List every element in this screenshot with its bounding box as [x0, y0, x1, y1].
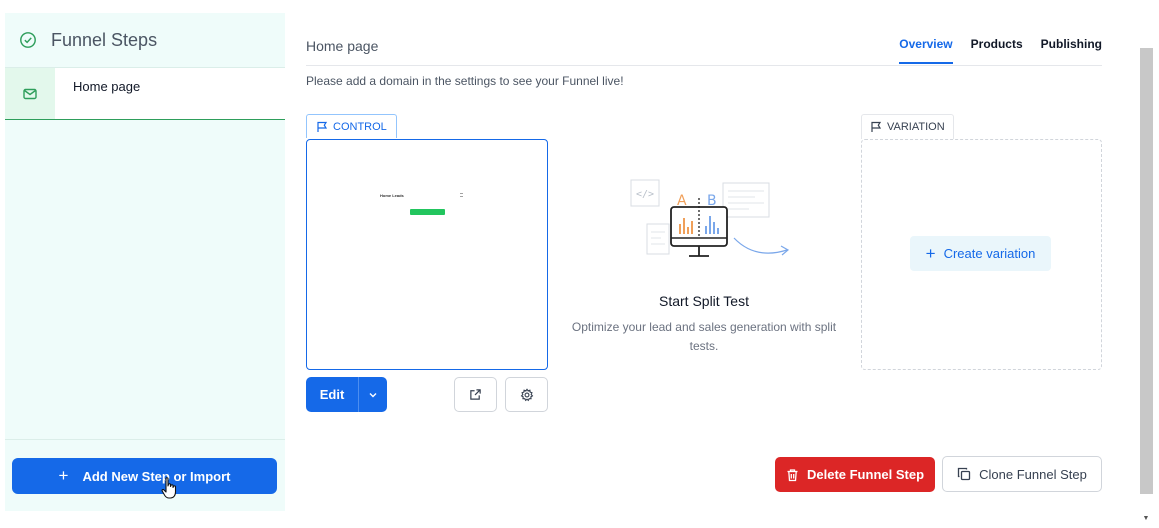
thumbnail-green-button: [410, 209, 445, 215]
tab-bar: Overview Products Publishing: [899, 37, 1102, 64]
svg-text:</>: </>: [636, 189, 654, 200]
scroll-down-arrow-icon[interactable]: ▼: [1141, 514, 1151, 524]
create-variation-label: Create variation: [943, 246, 1036, 261]
create-variation-button[interactable]: + Create variation: [910, 236, 1051, 271]
step-settings-button[interactable]: [505, 377, 548, 412]
variation-tag: VARIATION: [861, 114, 954, 139]
flag-icon: [871, 121, 882, 132]
split-test-title: Start Split Test: [658, 293, 749, 309]
control-tag: CONTROL: [306, 114, 397, 138]
chevron-down-icon: [369, 392, 377, 397]
control-tag-label: CONTROL: [333, 120, 387, 133]
hand-cursor-icon: [161, 477, 177, 499]
thumbnail-title: Home Leads: [380, 193, 404, 198]
edit-dropdown-button[interactable]: [358, 377, 387, 412]
trash-icon: [787, 468, 798, 481]
delete-funnel-step-label: Delete Funnel Step: [806, 467, 925, 482]
gear-icon: [520, 387, 533, 401]
sidebar: Funnel Steps Home page + Add New Step or…: [5, 13, 285, 511]
split-test-description: Optimize your lead and sales generation …: [571, 320, 837, 353]
scrollbar-thumb[interactable]: [1140, 48, 1153, 494]
variation-tag-label: VARIATION: [887, 121, 945, 133]
flag-icon: [317, 121, 328, 132]
tab-products[interactable]: Products: [971, 37, 1023, 64]
sidebar-footer: + Add New Step or Import: [5, 439, 285, 511]
add-new-step-label: Add New Step or Import: [82, 468, 231, 484]
check-circle-icon: [20, 32, 36, 48]
header-divider: [306, 65, 1102, 66]
split-test-illustration: </> A B: [630, 179, 790, 257]
page-heading: Home page: [306, 38, 379, 54]
sidebar-step-home-page[interactable]: Home page: [5, 68, 285, 120]
sidebar-step-label: Home page: [73, 79, 141, 94]
control-preview-card[interactable]: Home Leads ▬ ▬: [306, 139, 548, 370]
tab-publishing[interactable]: Publishing: [1041, 37, 1102, 64]
plus-icon: +: [58, 466, 69, 485]
clone-funnel-step-button[interactable]: Clone Funnel Step: [942, 456, 1102, 492]
delete-funnel-step-button[interactable]: Delete Funnel Step: [775, 457, 935, 492]
tab-overview[interactable]: Overview: [899, 37, 953, 64]
sidebar-header: Funnel Steps: [5, 13, 285, 68]
edit-button[interactable]: Edit: [306, 377, 358, 412]
edit-button-group: Edit: [306, 377, 387, 412]
copy-icon: [958, 467, 971, 481]
envelope-icon: [5, 68, 55, 119]
thumbnail-text-lines: ▬ ▬: [460, 191, 463, 198]
clone-funnel-step-label: Clone Funnel Step: [979, 466, 1087, 482]
domain-notice: Please add a domain in the settings to s…: [306, 74, 624, 88]
open-external-button[interactable]: [454, 377, 497, 412]
sidebar-title: Funnel Steps: [51, 29, 158, 50]
add-new-step-button[interactable]: + Add New Step or Import: [12, 458, 277, 494]
plus-icon: +: [925, 243, 936, 263]
external-link-icon: [470, 389, 481, 400]
